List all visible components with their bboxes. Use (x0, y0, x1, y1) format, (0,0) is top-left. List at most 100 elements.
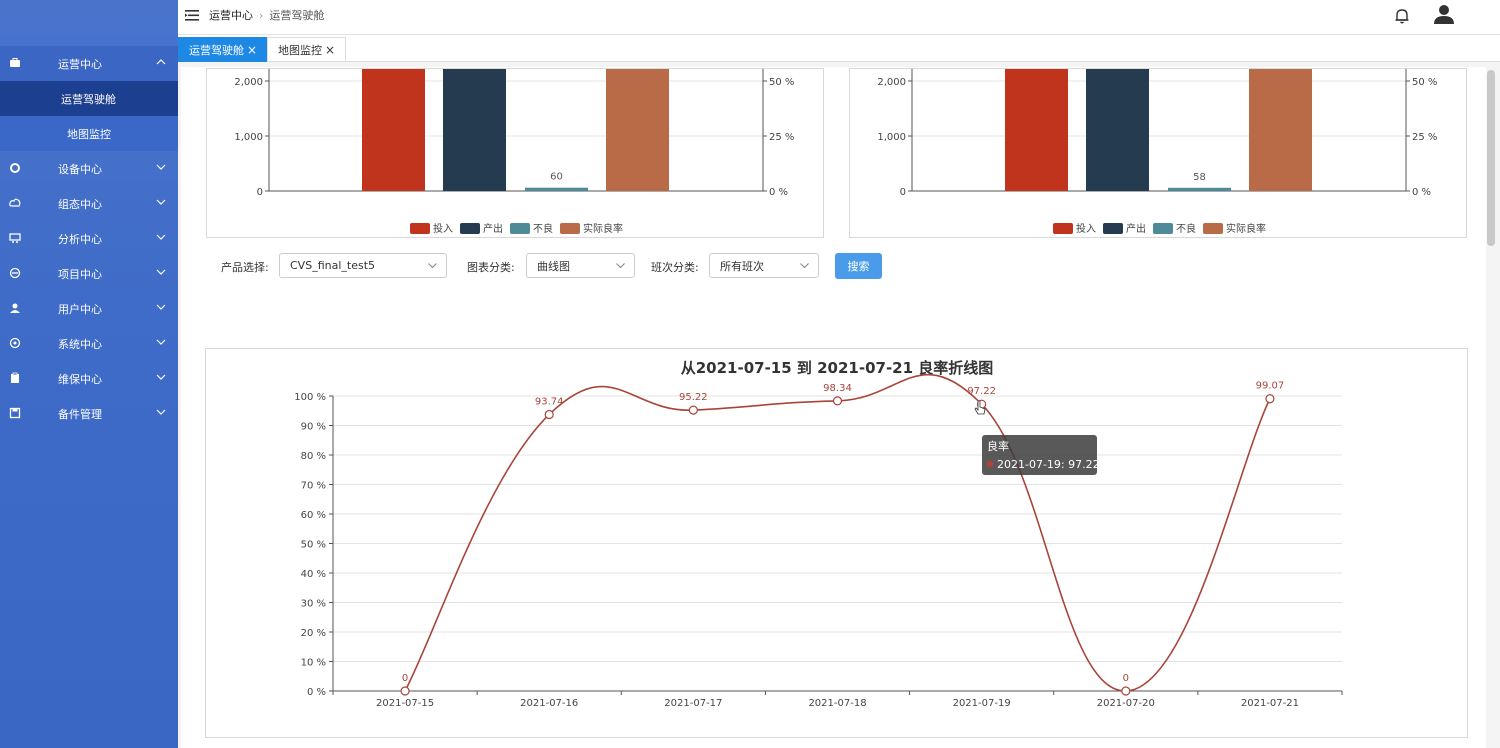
chart-type-select[interactable]: 曲线图 (526, 253, 635, 278)
y-tick-label: 0 % (307, 687, 326, 698)
data-point (544, 409, 554, 420)
clipboard-icon (11, 372, 19, 383)
data-label: 97.22 (967, 386, 996, 397)
tab-label: 地图监控 (278, 44, 322, 57)
breadcrumb-separator-icon: › (259, 8, 264, 22)
tab-map-monitor[interactable]: 地图监控 × (267, 37, 347, 62)
settings-icon (9, 337, 21, 349)
y-tick-label: 60 % (301, 510, 326, 521)
y-tick-label: 0 (257, 187, 263, 198)
sidebar-item-label: 系统中心 (58, 337, 102, 351)
sidebar-item-project-center[interactable]: 项目中心 (0, 256, 178, 291)
y2-tick-label: 0 % (769, 187, 788, 198)
sidebar-subitem-dashboard[interactable]: 运营驾驶舱 (0, 81, 178, 116)
yield-line-chart: 从2021-07-15 到 2021-07-21 良率折线图 0 % 10 % 20 … (294, 359, 1343, 709)
close-icon[interactable]: × (247, 43, 257, 57)
y2-tick-label: 50 % (769, 77, 794, 88)
data-label: 98.34 (823, 383, 852, 394)
sidebar-item-maintenance-center[interactable]: 维保中心 (0, 361, 178, 396)
product-select[interactable]: CVS_final_test5 (279, 253, 447, 278)
chevron-down-icon (156, 339, 166, 345)
bar (606, 69, 669, 191)
legend-swatch (1103, 223, 1123, 234)
data-label: 95.22 (679, 392, 708, 403)
shift-filter-label: 班次分类: (651, 261, 699, 274)
briefcase-icon (10, 58, 20, 67)
sidebar-item-device-center[interactable]: 设备中心 (0, 151, 178, 186)
close-icon[interactable]: × (325, 43, 335, 57)
line-chart-panel: 从2021-07-15 到 2021-07-21 良率折线图 0 % 10 % 20 … (205, 348, 1468, 738)
sidebar-subitem-map[interactable]: 地图监控 (0, 116, 178, 151)
legend-label: 不良 (533, 222, 553, 235)
menu-toggle-icon[interactable] (185, 9, 199, 22)
sidebar-item-system-center[interactable]: 系统中心 (0, 326, 178, 361)
search-button[interactable]: 搜索 (835, 253, 882, 279)
sidebar-item-label: 分析中心 (58, 232, 102, 246)
series-line (404, 373, 1271, 692)
sidebar-item-ops-center[interactable]: 运营中心 (0, 46, 178, 81)
data-point (1265, 394, 1275, 404)
sidebar-item-label: 运营中心 (58, 57, 102, 71)
data-point (832, 396, 843, 406)
bar-chart-left: 0 1,000 2,000 0 % 25 % 50 % 60 投入 产出 不良 实际良率 (234, 69, 794, 235)
data-point (1121, 686, 1131, 696)
chevron-down-icon (156, 164, 166, 170)
y2-tick-label: 0 % (1412, 187, 1431, 198)
x-tick-label: 2021-07-15 (376, 698, 434, 709)
y2-tick-label: 50 % (1412, 77, 1437, 88)
tab-dashboard[interactable]: 运营驾驶舱 × (178, 37, 269, 62)
sidebar-item-label: 设备中心 (58, 162, 102, 176)
data-label: 0 (402, 673, 408, 684)
legend-label: 不良 (1176, 222, 1196, 235)
x-tick-label: 2021-07-17 (664, 698, 722, 709)
dashboard-icon (9, 267, 21, 279)
sidebar-item-config-center[interactable]: 组态中心 (0, 186, 178, 221)
bar (1086, 69, 1149, 191)
bar (1005, 69, 1068, 191)
y-tick-label: 50 % (301, 540, 326, 551)
chart-title: 从2021-07-15 到 2021-07-21 良率折线图 (681, 359, 994, 377)
breadcrumb-item[interactable]: 运营中心 (209, 7, 253, 23)
save-icon (9, 407, 21, 419)
user-icon (10, 303, 20, 313)
bar (525, 187, 588, 191)
bar-data-label: 60 (550, 172, 563, 183)
sidebar-item-label: 用户中心 (58, 302, 102, 316)
chevron-up-icon (156, 59, 166, 65)
bar (1168, 187, 1231, 191)
bell-icon[interactable] (1393, 7, 1411, 25)
gear-icon (10, 163, 20, 173)
chevron-down-icon (156, 304, 166, 310)
legend-swatch (1203, 223, 1223, 234)
data-label: 0 (1123, 673, 1129, 684)
legend-swatch (410, 223, 430, 234)
shift-select[interactable]: 所有班次 (709, 253, 819, 278)
chevron-down-icon (616, 263, 625, 269)
y-tick-label: 90 % (301, 422, 326, 433)
sidebar-item-user-center[interactable]: 用户中心 (0, 291, 178, 326)
bar-chart-panel-left: 0 1,000 2,000 0 % 25 % 50 % 60 投入 产出 不良 实际良率 (206, 68, 824, 238)
sidebar-item-analysis-center[interactable]: 分析中心 (0, 221, 178, 256)
scrollbar[interactable] (1487, 70, 1495, 246)
chart-type-value: 曲线图 (537, 259, 570, 273)
y-tick-label: 0 (900, 187, 906, 198)
cloud-icon (9, 198, 21, 207)
bar (362, 69, 425, 191)
sidebar-subitem-label: 运营驾驶舱 (61, 92, 116, 106)
bar-data-label: 58 (1193, 172, 1206, 183)
y2-tick-label: 25 % (769, 132, 794, 143)
legend-swatch (510, 223, 530, 234)
sidebar-item-label: 项目中心 (58, 267, 102, 281)
y-tick-label: 1,000 (234, 132, 263, 143)
sidebar-item-spare-parts[interactable]: 备件管理 (0, 396, 178, 431)
x-tick-label: 2021-07-16 (520, 698, 578, 709)
tab-label: 运营驾驶舱 (189, 44, 244, 57)
tooltip-title: 良率 (987, 439, 1009, 453)
x-tick-label: 2021-07-18 (808, 698, 866, 709)
breadcrumb-item: 运营驾驶舱 (269, 9, 325, 22)
y-tick-label: 80 % (301, 451, 326, 462)
y-tick-label: 30 % (301, 599, 326, 610)
chevron-down-icon (156, 409, 166, 415)
user-avatar-icon[interactable] (1433, 3, 1455, 25)
x-tick-label: 2021-07-19 (953, 698, 1011, 709)
